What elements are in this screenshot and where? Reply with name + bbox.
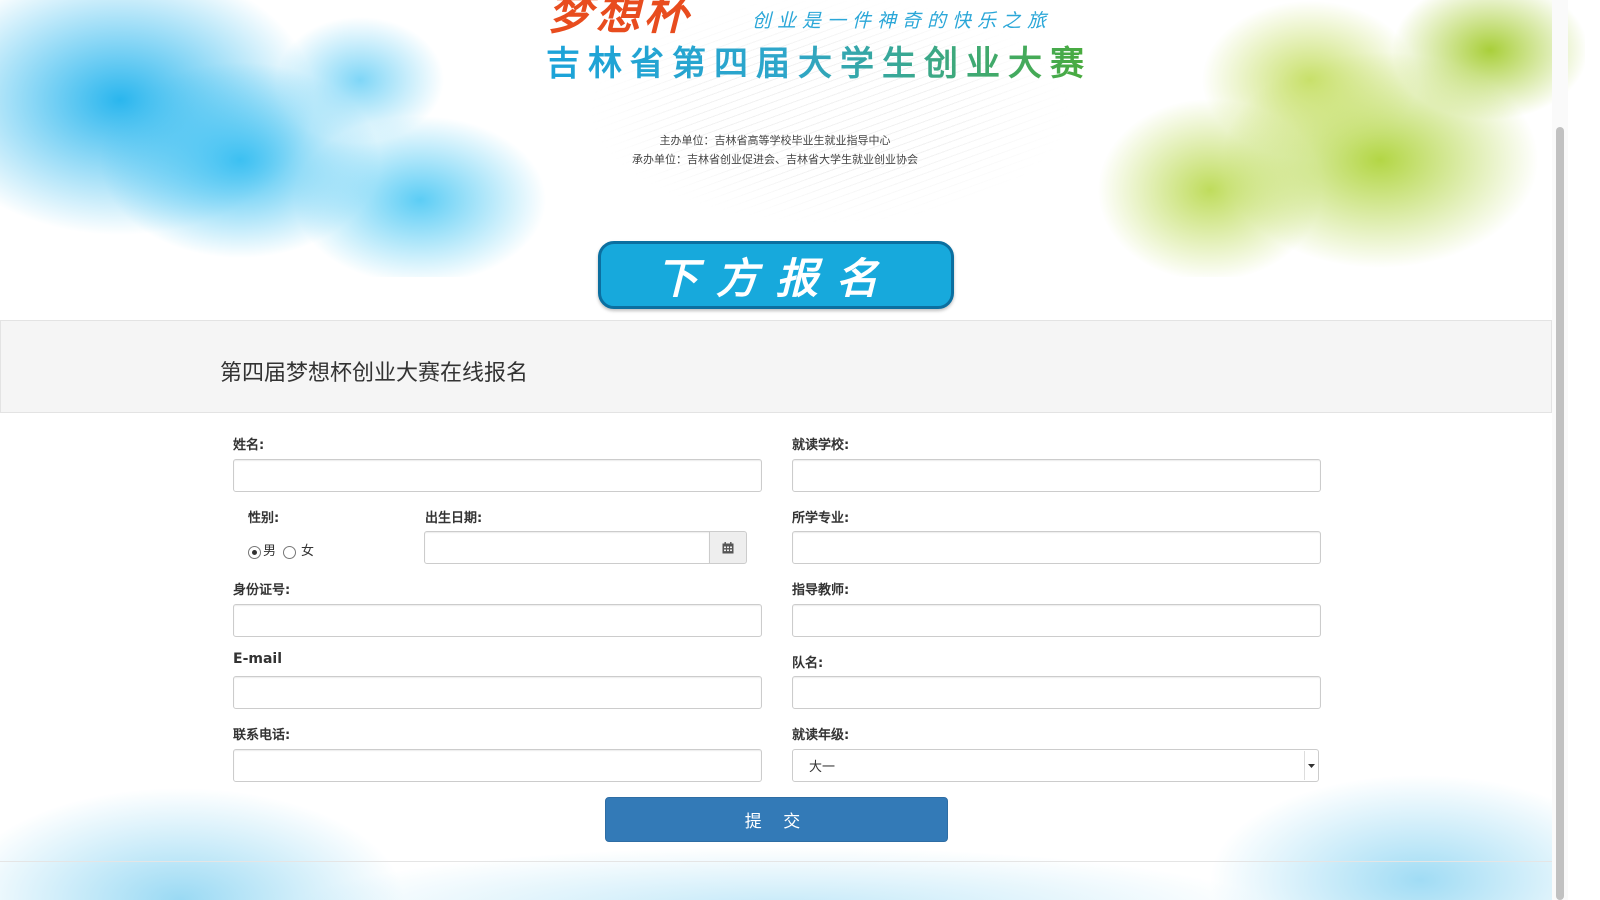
major-input[interactable] [792, 531, 1321, 564]
grade-select[interactable]: 大一 [792, 749, 1319, 782]
gender-radio-group: 男 女 [248, 540, 318, 559]
chevron-down-icon [1304, 751, 1317, 780]
name-label: 姓名: [233, 438, 265, 453]
organizer-co-host: 承办单位：吉林省创业促进会、吉林省大学生就业创业协会 [632, 153, 918, 166]
grade-selected-value: 大一 [809, 760, 836, 775]
birthdate-picker [424, 531, 747, 564]
id-number-label: 身份证号: [233, 583, 291, 598]
school-label: 就读学校: [792, 438, 850, 453]
organizer-host: 主办单位：吉林省高等学校毕业生就业指导中心 [659, 134, 891, 147]
scrollbar-thumb[interactable] [1556, 127, 1564, 900]
team-name-label: 队名: [792, 656, 824, 671]
teacher-input[interactable] [792, 604, 1321, 637]
calendar-icon [722, 541, 734, 553]
email-input[interactable] [233, 676, 762, 709]
grade-label: 就读年级: [792, 728, 850, 743]
submit-button[interactable]: 提 交 [605, 797, 948, 842]
gender-label: 性别: [248, 511, 280, 526]
school-input[interactable] [792, 459, 1321, 492]
banner-title: 吉林省第四届大学生创业大赛 [546, 36, 1092, 85]
gender-female-label: 女 [301, 544, 315, 559]
teacher-label: 指导教师: [792, 583, 850, 598]
gender-male-radio[interactable] [248, 546, 261, 559]
page-scrollbar[interactable] [1552, 0, 1568, 900]
form-panel-header: 第四届梦想杯创业大赛在线报名 [0, 320, 1552, 413]
header-banner: 梦想杯 创业是一件神奇的快乐之旅 吉林省第四届大学生创业大赛 主办单位：吉林省高… [0, 0, 1585, 277]
email-label: E-mail [233, 651, 283, 667]
name-input[interactable] [233, 459, 762, 492]
page-title: 第四届梦想杯创业大赛在线报名 [220, 361, 529, 386]
team-name-input[interactable] [792, 676, 1321, 709]
major-label: 所学专业: [792, 511, 850, 526]
signup-below-badge: 下方报名 [598, 241, 954, 309]
calendar-button[interactable] [709, 531, 747, 564]
banner-slogan: 创业是一件神奇的快乐之旅 [752, 10, 1053, 32]
phone-input[interactable] [233, 749, 762, 782]
birthdate-input[interactable] [424, 531, 710, 564]
gender-female-radio[interactable] [283, 546, 297, 559]
birthdate-label: 出生日期: [425, 511, 483, 526]
phone-label: 联系电话: [233, 728, 291, 743]
id-number-input[interactable] [233, 604, 762, 637]
footer-divider [0, 861, 1552, 862]
gender-male-label: 男 [263, 544, 277, 559]
